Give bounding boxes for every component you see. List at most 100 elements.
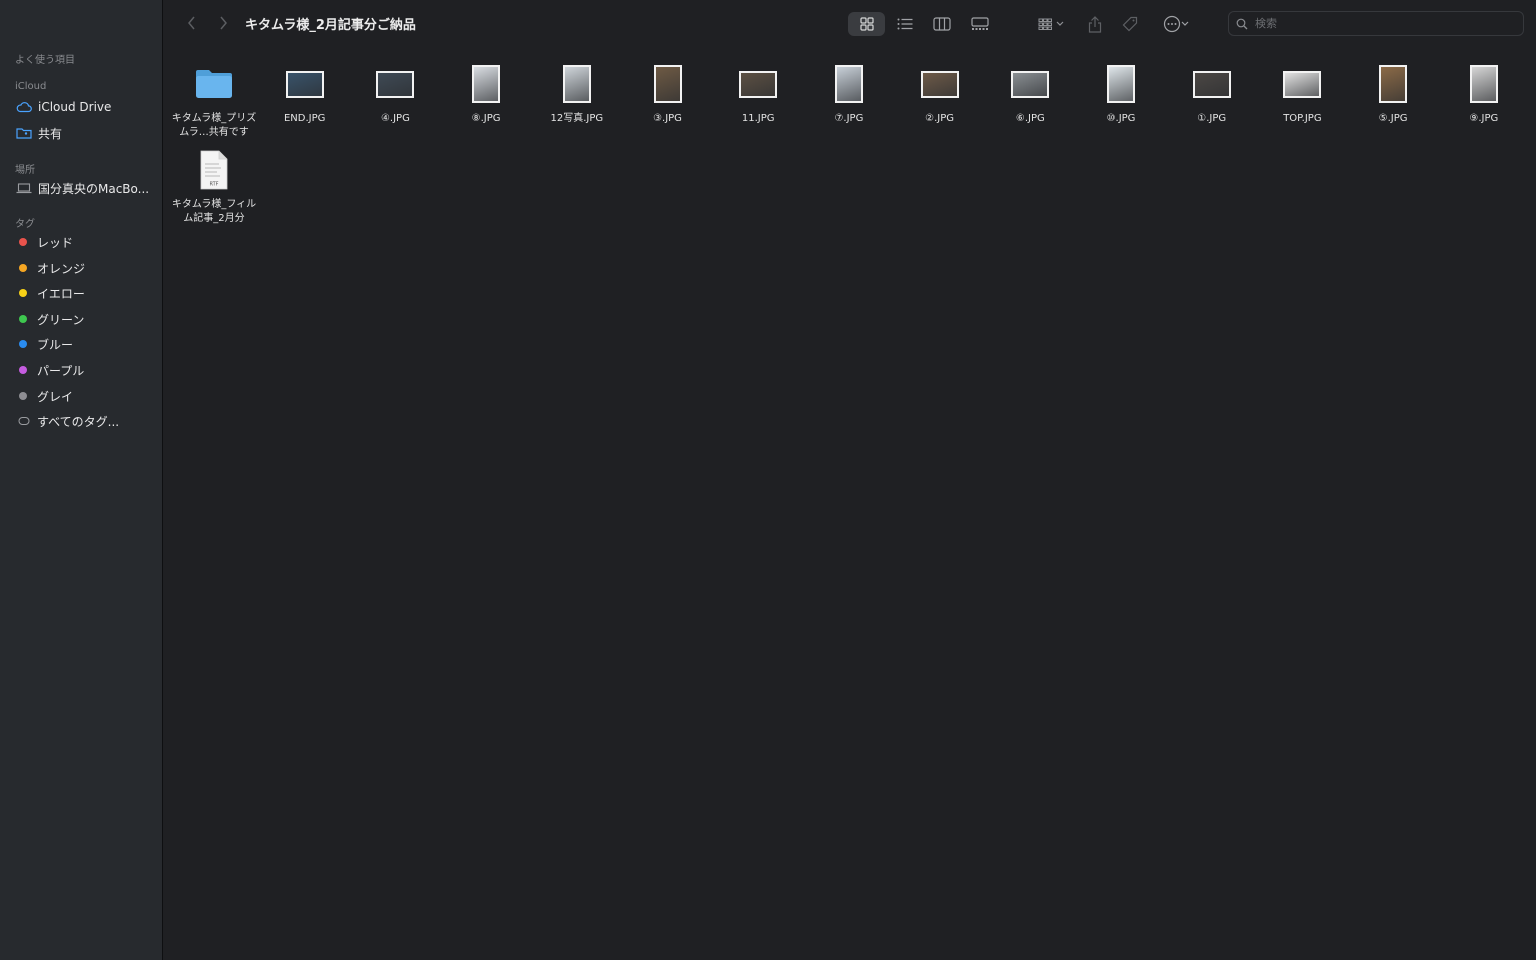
sidebar-item-macbook[interactable]: 国分真央のMacBo... <box>16 178 156 198</box>
folder-icon <box>196 70 232 98</box>
file-name: ⑦.JPG <box>834 113 864 124</box>
shared-folder-icon <box>16 126 32 140</box>
sidebar-item-tag-orange[interactable]: オレンジ <box>16 258 156 278</box>
list-view-icon <box>897 18 912 30</box>
column-view-button[interactable] <box>923 12 960 36</box>
purple-tag-icon <box>19 366 27 374</box>
file-name: END.JPG <box>283 113 326 124</box>
forward-button[interactable] <box>215 14 231 32</box>
chevron-left-icon <box>188 16 195 30</box>
file-item[interactable]: ①.JPG <box>1167 62 1257 126</box>
file-item[interactable]: ⑧.JPG <box>441 62 531 126</box>
file-item[interactable]: RTF キタムラ様_フィルム記事_2月分 <box>169 148 259 226</box>
all-tags-icon <box>17 414 31 428</box>
file-item[interactable]: ②.JPG <box>895 62 985 126</box>
sidebar-item-label: レッド <box>37 235 74 250</box>
thumbnail <box>920 62 959 106</box>
file-item[interactable]: ⑩.JPG <box>1076 62 1166 126</box>
file-item[interactable]: ⑦.JPG <box>804 62 894 126</box>
locations-header: 場所 <box>15 165 35 176</box>
thumbnail <box>1469 62 1498 106</box>
yellow-tag-icon <box>19 289 27 297</box>
gallery-view-icon <box>970 17 989 30</box>
file-item[interactable]: ⑥.JPG <box>985 62 1075 126</box>
sidebar-item-label: ブルー <box>37 337 74 352</box>
sidebar-item-tag-gray[interactable]: グレイ <box>16 386 156 406</box>
image-thumbnail-icon <box>920 70 959 98</box>
image-thumbnail-icon <box>1107 65 1135 103</box>
file-item[interactable]: ⑨.JPG <box>1439 62 1529 126</box>
sidebar-item-shared[interactable]: 共有 <box>16 123 156 143</box>
search-field[interactable] <box>1228 11 1524 36</box>
red-tag-icon <box>19 238 27 246</box>
file-name: 12写真.JPG <box>550 113 604 124</box>
sidebar-item-tag-yellow[interactable]: イエロー <box>16 283 156 303</box>
group-menu-button[interactable] <box>1032 12 1070 36</box>
svg-text:RTF: RTF <box>209 182 218 188</box>
file-item[interactable]: ④.JPG <box>350 62 440 126</box>
back-button[interactable] <box>184 14 200 32</box>
gallery-view-button[interactable] <box>961 12 998 36</box>
image-thumbnail-icon <box>1379 65 1408 103</box>
sidebar-item-tag-green[interactable]: グリーン <box>16 309 156 329</box>
tag-button[interactable] <box>1119 12 1141 36</box>
file-name: ②.JPG <box>925 113 955 124</box>
search-icon <box>1236 18 1248 29</box>
sidebar-item-icloud-drive[interactable]: iCloud Drive <box>16 97 156 117</box>
rtf-document-icon: RTF <box>200 150 228 190</box>
file-name: ⑧.JPG <box>471 113 501 124</box>
green-tag-icon <box>19 315 27 323</box>
icon-view-button[interactable] <box>848 12 885 36</box>
more-actions-button[interactable] <box>1158 12 1194 36</box>
file-item[interactable]: 12写真.JPG <box>532 62 622 126</box>
thumbnail <box>376 62 415 106</box>
share-button[interactable] <box>1084 12 1106 36</box>
image-thumbnail-icon <box>285 70 324 98</box>
sidebar-item-tag-red[interactable]: レッド <box>16 232 156 252</box>
list-view-button[interactable] <box>886 12 923 36</box>
file-item[interactable]: ③.JPG <box>623 62 713 126</box>
folder-item[interactable]: キタムラ様_プリズムラ…共有です <box>169 62 259 140</box>
sidebar-item-tag-blue[interactable]: ブルー <box>16 334 156 354</box>
sidebar-item-label: 国分真央のMacBo... <box>38 181 150 196</box>
image-thumbnail-icon <box>739 70 778 98</box>
laptop-icon <box>16 181 32 195</box>
window-title: キタムラ様_2月記事分ご納品 <box>245 18 416 33</box>
gray-tag-icon <box>19 392 27 400</box>
file-name: ④.JPG <box>380 113 410 124</box>
cloud-icon <box>16 100 32 114</box>
image-thumbnail-icon <box>1469 65 1498 103</box>
image-thumbnail-icon <box>1011 70 1050 98</box>
thumbnail <box>739 62 778 106</box>
file-name: キタムラ様_プリズムラ…共有です <box>171 113 257 138</box>
file-name: 11.JPG <box>741 113 775 124</box>
search-input[interactable] <box>1253 16 1507 31</box>
thumbnail <box>1283 62 1322 106</box>
sidebar-item-tag-purple[interactable]: パープル <box>16 360 156 380</box>
sidebar-item-label: パープル <box>37 363 85 378</box>
group-icon <box>1038 18 1052 30</box>
sidebar-item-label: すべてのタグ... <box>37 414 120 429</box>
toolbar: キタムラ様_2月記事分ご納品 <box>164 0 1536 46</box>
image-thumbnail-icon <box>653 65 682 103</box>
file-item[interactable]: 11.JPG <box>713 62 803 126</box>
file-name: ⑨.JPG <box>1469 113 1499 124</box>
thumbnail: RTF <box>199 148 229 192</box>
thumbnail <box>472 62 501 106</box>
file-item[interactable]: TOP.JPG <box>1257 62 1347 126</box>
column-view-icon <box>932 17 951 31</box>
image-thumbnail-icon <box>834 65 863 103</box>
tags-header: タグ <box>15 219 35 230</box>
icloud-header: iCloud <box>15 81 47 92</box>
icon-view-icon <box>859 17 874 31</box>
sidebar-item-label: 共有 <box>38 126 63 141</box>
thumbnail <box>562 62 591 106</box>
image-thumbnail-icon <box>1283 70 1322 98</box>
file-item[interactable]: ⑤.JPG <box>1348 62 1438 126</box>
file-item[interactable]: END.JPG <box>260 62 350 126</box>
thumbnail <box>285 62 324 106</box>
file-name: ⑩.JPG <box>1106 113 1136 124</box>
file-name: ⑤.JPG <box>1378 113 1408 124</box>
sidebar-item-all-tags[interactable]: すべてのタグ... <box>16 411 156 431</box>
file-name: ③.JPG <box>653 113 682 124</box>
